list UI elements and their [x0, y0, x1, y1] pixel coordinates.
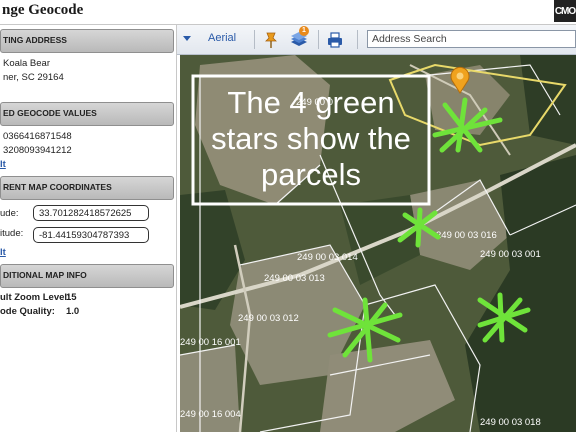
- aerial-view-button[interactable]: Aerial: [208, 32, 236, 44]
- current-coordinates-header-label: RENT MAP COORDINATES: [3, 182, 112, 192]
- longitude-label: itude:: [0, 228, 24, 239]
- layers-badge: 1: [299, 26, 309, 36]
- existing-address-header: TING ADDRESS: [0, 29, 174, 53]
- title-bar: nge Geocode CMO: [0, 0, 576, 25]
- coordinates-link[interactable]: lt: [0, 247, 6, 258]
- additional-info-header-label: DITIONAL MAP INFO: [3, 270, 87, 280]
- geocode-quality-label: ode Quality:: [0, 306, 55, 317]
- parcel-label: 249 00 16 004: [180, 409, 241, 420]
- latitude-field[interactable]: 33.701282418572625: [33, 205, 149, 221]
- current-coordinates-header: RENT MAP COORDINATES: [0, 176, 174, 200]
- aerial-map[interactable]: The 4 green stars show the parcels 249 0…: [180, 55, 576, 432]
- parcel-label: 249 00 03 001: [480, 249, 541, 260]
- longitude-field[interactable]: -81.44159304787393: [33, 227, 149, 243]
- geocode-value-1: 0366416871548: [3, 131, 72, 142]
- cmo-logo: CMO: [554, 0, 576, 22]
- toolbar-divider: [357, 30, 358, 49]
- geocode-link[interactable]: lt: [0, 159, 6, 170]
- map-toolbar: Aerial 1: [177, 25, 576, 55]
- geocode-quality-value: 1.0: [66, 306, 80, 317]
- pushpin-icon[interactable]: [261, 30, 281, 50]
- zoom-level-value: 15: [66, 292, 77, 303]
- parcel-label: 249 00 03 016: [436, 230, 497, 241]
- geocode-value-2: 3208093941212: [3, 145, 72, 156]
- parcel-label: 249 00 03 012: [238, 313, 299, 324]
- left-panel: TING ADDRESS Koala Bear ner, SC 29164 ED…: [0, 25, 177, 432]
- parcel-label: 249 00 03 014: [297, 252, 358, 263]
- toolbar-divider: [318, 30, 319, 49]
- chevron-down-icon[interactable]: [183, 36, 191, 41]
- geocode-values-header: ED GEOCODE VALUES: [0, 102, 174, 126]
- latitude-label: ude:: [0, 208, 19, 219]
- address-line-1: Koala Bear: [3, 58, 51, 69]
- parcel-label: 249 00 03 013: [264, 273, 325, 284]
- toolbar-divider: [254, 30, 255, 49]
- parcel-label: 249 00 16 001: [180, 337, 241, 348]
- layers-icon[interactable]: 1: [289, 26, 309, 50]
- annotation-line-3: parcels: [261, 157, 361, 192]
- existing-address-header-label: TING ADDRESS: [3, 35, 67, 45]
- address-line-2: ner, SC 29164: [3, 72, 64, 83]
- parcel-label: 249 00 0: [296, 97, 333, 108]
- window-title: nge Geocode: [2, 2, 84, 18]
- additional-info-header: DITIONAL MAP INFO: [0, 264, 174, 288]
- print-icon[interactable]: [325, 30, 345, 50]
- address-search-input[interactable]: [367, 30, 576, 48]
- annotation-line-2: stars show the: [211, 121, 411, 156]
- zoom-level-label: ult Zoom Level:: [0, 292, 71, 303]
- parcel-label: 249 00 03 018: [480, 417, 541, 428]
- geocode-values-header-label: ED GEOCODE VALUES: [3, 108, 97, 118]
